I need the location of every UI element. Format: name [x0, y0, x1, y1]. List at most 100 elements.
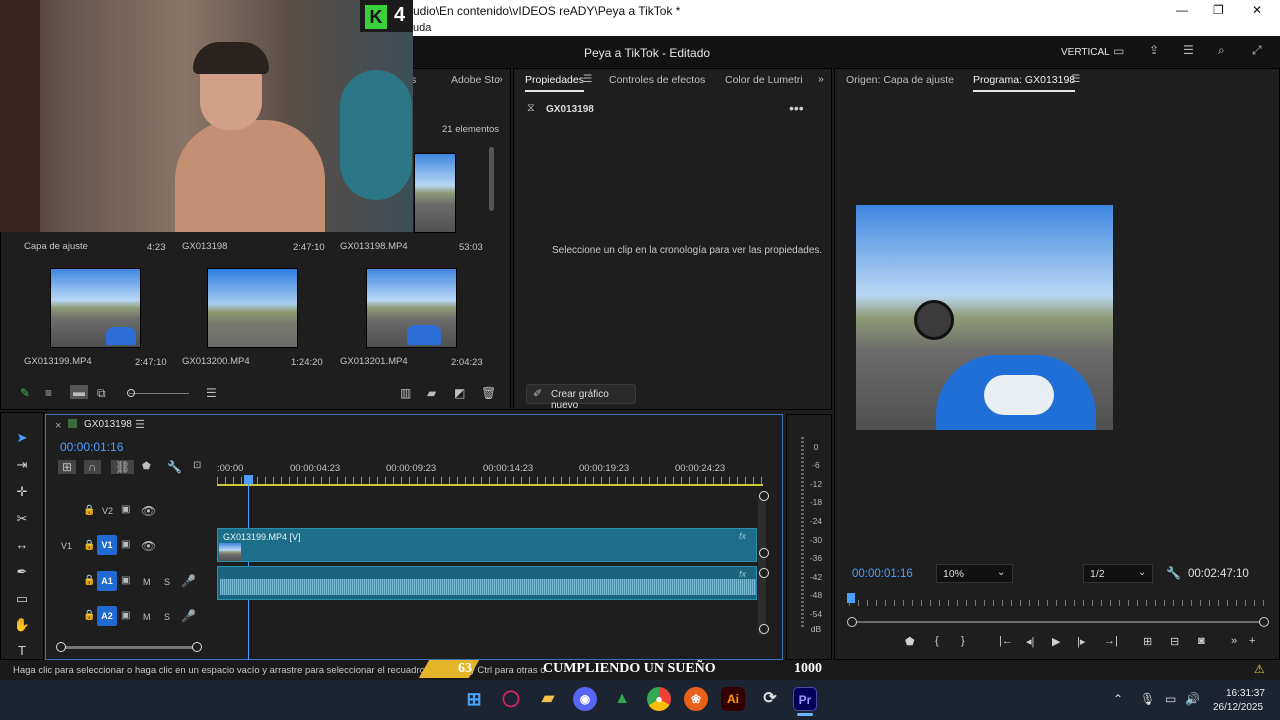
mic-icon[interactable]: 🎙: [1140, 692, 1155, 706]
nest-icon[interactable]: ⊞: [58, 460, 77, 474]
chrome-icon[interactable]: ●: [647, 687, 671, 711]
thumb-gx013200[interactable]: [207, 268, 298, 348]
tab-lumetri[interactable]: Color de Lumetri: [725, 74, 803, 86]
horizontal-scrollbar[interactable]: [59, 646, 199, 649]
wrench-icon[interactable]: 🔧: [1166, 567, 1181, 579]
selection-tool-icon[interactable]: ➤: [12, 428, 32, 448]
track-select-icon[interactable]: ⇥: [12, 455, 32, 475]
menu-help[interactable]: uda: [413, 22, 431, 34]
play-icon[interactable]: ▶: [1052, 635, 1060, 648]
track-v1[interactable]: V1: [97, 535, 117, 555]
search-icon[interactable]: ⌕: [1218, 44, 1225, 56]
scroll-handle[interactable]: [759, 624, 769, 634]
lock-icon[interactable]: 🔒: [83, 506, 95, 516]
go-to-in-icon[interactable]: |←: [999, 635, 1013, 647]
razor-icon[interactable]: ✂: [12, 509, 32, 529]
warning-icon[interactable]: ⚠: [1254, 662, 1265, 676]
film-icon[interactable]: ▣: [121, 576, 130, 586]
close-button[interactable]: ✕: [1252, 3, 1262, 17]
program-timecode[interactable]: 00:00:01:16: [852, 568, 913, 580]
extract-icon[interactable]: ⊟: [1170, 635, 1179, 648]
lock-icon[interactable]: 🔒: [83, 611, 95, 621]
timeline-ruler[interactable]: [217, 477, 763, 484]
network-icon[interactable]: ▭: [1165, 692, 1176, 706]
eye-icon[interactable]: 👁: [141, 540, 156, 552]
scroll-handle[interactable]: [192, 642, 202, 652]
timeline-timecode[interactable]: 00:00:01:16: [60, 440, 123, 454]
solo-button[interactable]: S: [164, 577, 170, 587]
track-a1[interactable]: A1: [97, 571, 117, 591]
program-playhead[interactable]: [847, 593, 855, 603]
scroll-handle[interactable]: [759, 568, 769, 578]
slip-icon[interactable]: ↔: [12, 535, 32, 555]
track-v1-source[interactable]: V1: [61, 541, 72, 551]
mark-out-icon[interactable]: }: [961, 635, 965, 647]
mic-icon[interactable]: 🎤: [181, 610, 196, 622]
sequence-name[interactable]: GX013198: [84, 419, 132, 430]
list-view-icon[interactable]: ≡: [45, 387, 52, 399]
clock-time[interactable]: 16:31:37: [1226, 688, 1265, 699]
type-tool-icon[interactable]: T: [12, 641, 32, 661]
folder-icon[interactable]: ▰: [536, 687, 560, 711]
program-scroll[interactable]: [849, 621, 1265, 623]
rectangle-icon[interactable]: ▭: [12, 589, 32, 609]
mark-in-icon[interactable]: {: [935, 635, 939, 647]
scroll-handle[interactable]: [759, 491, 769, 501]
program-preview[interactable]: [856, 205, 1113, 430]
tab-menu-icon[interactable]: ☰: [583, 73, 592, 85]
trash-icon[interactable]: 🗑: [481, 387, 496, 399]
snap-icon[interactable]: ∩: [84, 460, 101, 474]
share-icon[interactable]: ⇪: [1149, 44, 1159, 56]
zoom-slider[interactable]: [129, 393, 189, 394]
chevron-right-icon[interactable]: »: [497, 73, 503, 85]
volume-icon[interactable]: 🔊: [1185, 692, 1200, 706]
new-graphic-button[interactable]: ✐ Crear gráfico nuevo: [526, 384, 636, 411]
panel-icon[interactable]: ▭: [1113, 45, 1124, 57]
new-bin-icon[interactable]: ▰: [427, 387, 436, 399]
resolution-select[interactable]: 1/2 ⌄: [1083, 564, 1153, 583]
mute-button[interactable]: M: [143, 577, 151, 587]
opera-icon[interactable]: ◯: [499, 687, 523, 711]
thumb-gx013201[interactable]: [366, 268, 457, 348]
marker-icon[interactable]: ⬟: [905, 635, 915, 648]
fl-studio-icon[interactable]: ❀: [684, 687, 708, 711]
thumb-gx013199[interactable]: [50, 268, 141, 348]
hand-icon[interactable]: ✋: [12, 615, 32, 635]
video-clip[interactable]: GX013199.MP4 [V] fx: [217, 528, 757, 562]
camera-icon[interactable]: ◙: [1198, 635, 1205, 647]
film-icon[interactable]: ▣: [121, 611, 130, 621]
windows-start-icon[interactable]: ⊞: [462, 687, 486, 711]
premiere-icon[interactable]: Pr: [793, 687, 817, 711]
track-a2[interactable]: A2: [97, 606, 117, 626]
scrollbar[interactable]: [489, 147, 494, 211]
lock-icon[interactable]: 🔒: [83, 576, 95, 586]
pencil-icon[interactable]: ✎: [20, 387, 30, 399]
program-ruler[interactable]: [849, 600, 1269, 606]
app-icon[interactable]: ⟳: [758, 687, 782, 711]
eye-icon[interactable]: 👁: [141, 505, 156, 517]
wrench-icon[interactable]: 🔧: [167, 461, 182, 473]
more-controls-icon[interactable]: »: [1231, 635, 1237, 647]
marker-icon[interactable]: ⬟: [142, 462, 151, 472]
lock-icon[interactable]: 🔒: [83, 541, 95, 551]
minimize-button[interactable]: —: [1176, 3, 1188, 17]
mute-button[interactable]: M: [143, 612, 151, 622]
pen-icon[interactable]: ✒: [12, 562, 32, 582]
tab-effect-controls[interactable]: Controles de efectos: [609, 74, 705, 86]
go-to-out-icon[interactable]: →|: [1104, 635, 1118, 647]
drive-icon[interactable]: ▲: [610, 687, 634, 711]
fullscreen-icon[interactable]: ⤢: [1252, 44, 1262, 56]
library-icon[interactable]: ▥: [400, 387, 411, 399]
illustrator-icon[interactable]: Ai: [721, 687, 745, 711]
menu-icon[interactable]: ☰: [1183, 44, 1194, 56]
audio-clip[interactable]: fx: [217, 566, 757, 600]
discord-icon[interactable]: ◉: [573, 687, 597, 711]
step-back-icon[interactable]: ◂|: [1026, 635, 1034, 648]
close-icon[interactable]: ×: [55, 420, 61, 432]
vertical-scrollbar[interactable]: [758, 495, 766, 635]
add-button-icon[interactable]: +: [1249, 635, 1255, 647]
work-area-bar[interactable]: [217, 484, 763, 486]
scroll-handle[interactable]: [759, 548, 769, 558]
lift-icon[interactable]: ⊞: [1143, 635, 1152, 648]
sort-icon[interactable]: ☰: [206, 387, 217, 399]
